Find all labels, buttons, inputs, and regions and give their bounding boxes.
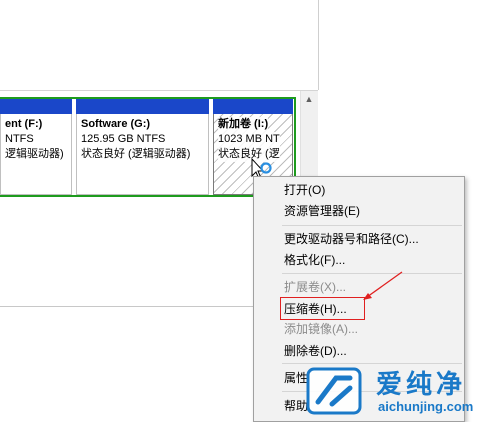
partition-header-bar (76, 99, 209, 114)
menu-item-extend-volume: 扩展卷(X)... (284, 280, 346, 294)
menu-item-change-drive-letter[interactable]: 更改驱动器号和路径(C)... (284, 229, 419, 249)
menu-item-explorer[interactable]: 资源管理器(E) (284, 201, 360, 221)
pane-divider (318, 0, 319, 90)
menu-item-add-mirror: 添加镜像(A)... (284, 322, 358, 336)
scroll-up-arrow-icon[interactable]: ▲ (300, 91, 318, 107)
menu-item-format[interactable]: 格式化(F)... (284, 250, 345, 270)
partition-status: 状态良好 (逻辑驱动器) (81, 148, 191, 160)
menu-item-open[interactable]: 打开(O) (284, 180, 325, 200)
watermark-brand: 爱纯净 (376, 369, 467, 399)
partition-status: 逻辑驱动器) (5, 148, 64, 160)
partition-size: NTFS (5, 133, 34, 145)
menu-separator (282, 225, 462, 226)
watermark-logo-icon (306, 367, 362, 415)
watermark-url: aichunjing.com (378, 399, 474, 414)
partition-name: ent (F:) (5, 118, 43, 130)
partition-f[interactable]: ent (F:) NTFS 逻辑驱动器) (0, 99, 72, 195)
menu-item-delete-volume[interactable]: 删除卷(D)... (284, 341, 347, 361)
partition-name: 新加卷 (I:) (218, 117, 269, 132)
partition-header-bar (0, 99, 72, 114)
annotation-arrow-icon (363, 271, 403, 300)
partition-size: 1023 MB NT (218, 132, 280, 147)
annotation-highlight-box (280, 297, 365, 320)
volume-list-pane (0, 0, 318, 90)
partition-size: 125.95 GB NTFS (81, 133, 166, 145)
partition-g[interactable]: Software (G:) 125.95 GB NTFS 状态良好 (逻辑驱动器… (76, 99, 209, 195)
partition-header-bar (213, 99, 293, 114)
partition-name: Software (G:) (81, 118, 151, 130)
